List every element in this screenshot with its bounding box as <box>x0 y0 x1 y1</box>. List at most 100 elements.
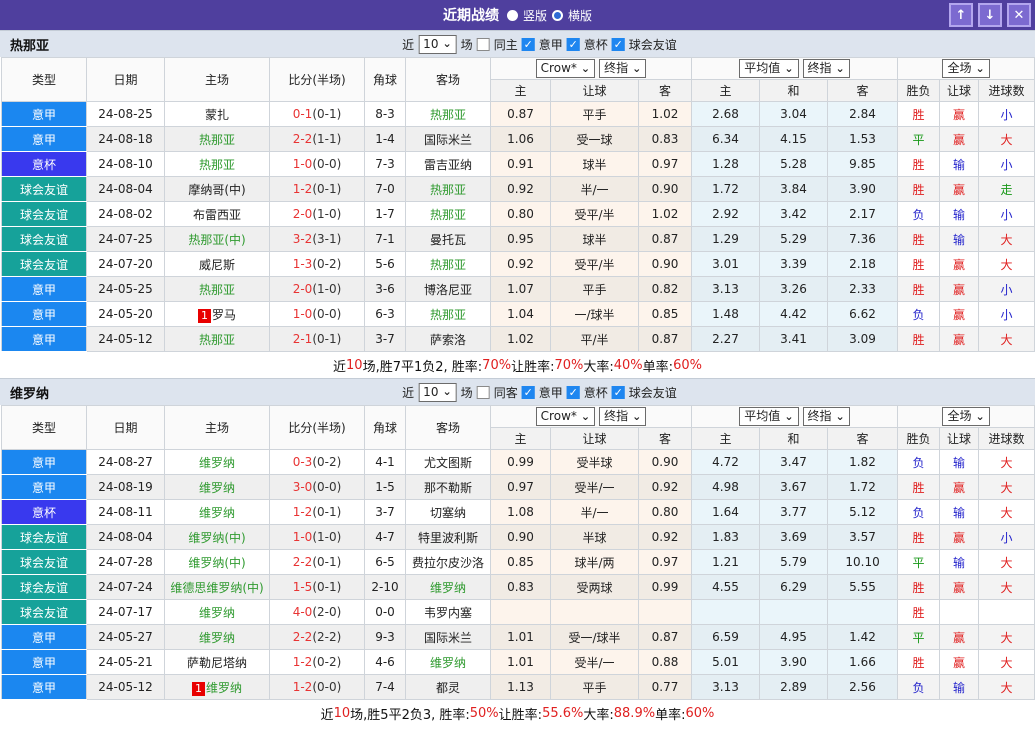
avg-home-cell: 2.92 <box>692 202 760 227</box>
column-header: 主 <box>692 80 760 102</box>
away-team-cell: 热那亚 <box>406 302 491 327</box>
corners-cell: 6-5 <box>365 550 406 575</box>
column-header: 客 <box>639 428 692 450</box>
column-header: 比分(半场) <box>270 58 365 102</box>
handicap-result-cell: 赢 <box>940 277 979 302</box>
away-team-cell: 特里波利斯 <box>406 525 491 550</box>
match-count-select-value: 10 <box>423 384 438 401</box>
summary-part: 40% <box>614 358 643 373</box>
horizontal-layout-radio[interactable] <box>552 10 563 21</box>
column-header: 比分(半场) <box>270 406 365 450</box>
half-time-score: (0-1) <box>312 332 341 346</box>
odds-home-cell: 0.92 <box>491 177 551 202</box>
home-team-name: 热那亚(中) <box>188 233 245 247</box>
avg-home-cell: 1.64 <box>692 500 760 525</box>
same-venue-checkbox[interactable] <box>477 386 490 399</box>
odds-home-cell: 0.92 <box>491 252 551 277</box>
summary-part: 大率: <box>583 356 613 375</box>
league-filter-checkbox[interactable]: ✓ <box>612 38 625 51</box>
date-cell: 24-08-27 <box>87 450 165 475</box>
score-cell: 3-0(0-0) <box>270 475 365 500</box>
odds-away-cell: 0.87 <box>639 227 692 252</box>
score-cell: 4-0(2-0) <box>270 600 365 625</box>
result-cell: 胜 <box>898 252 940 277</box>
handicap-result-cell: 输 <box>940 152 979 177</box>
team-name: 热那亚 <box>10 35 49 54</box>
odds-home-cell <box>491 600 551 625</box>
corners-cell: 1-4 <box>365 127 406 152</box>
goals-result-cell: 大 <box>979 550 1035 575</box>
avg-source-select[interactable]: 平均值⌄ <box>739 407 798 426</box>
result-group-header: 全场⌄ <box>898 58 1035 80</box>
handicap-result-cell: 赢 <box>940 575 979 600</box>
date-cell: 24-05-27 <box>87 625 165 650</box>
column-header: 客 <box>828 428 898 450</box>
full-time-score: 1-5 <box>293 580 313 594</box>
odds-home-cell: 1.06 <box>491 127 551 152</box>
section-header-bar: 维罗纳近10⌄场同客✓意甲✓意杯✓球会友谊 <box>0 378 1035 405</box>
odds-source-select[interactable]: Crow*⌄ <box>536 59 595 78</box>
header-group-row: 类型日期主场比分(半场)角球客场Crow*⌄终指⌄平均值⌄终指⌄全场⌄ <box>2 406 1035 428</box>
chevron-down-icon: ⌄ <box>581 412 590 422</box>
away-team-name: 特里波利斯 <box>418 531 478 545</box>
handicap-cell: 半球 <box>551 525 639 550</box>
vertical-layout-radio[interactable] <box>507 10 518 21</box>
odds-home-cell: 0.83 <box>491 575 551 600</box>
rank-badge: 1 <box>192 682 205 696</box>
corners-cell: 3-6 <box>365 277 406 302</box>
league-filter-checkbox[interactable]: ✓ <box>567 386 580 399</box>
league-filter-checkbox[interactable]: ✓ <box>522 38 535 51</box>
odds-time-select[interactable]: 终指⌄ <box>599 407 646 426</box>
league-filter-checkbox[interactable]: ✓ <box>567 38 580 51</box>
result-cell: 胜 <box>898 177 940 202</box>
handicap-cell: 球半/两 <box>551 550 639 575</box>
match-row: 意甲24-08-27维罗纳0-3(0-2)4-1尤文图斯0.99受半球0.904… <box>2 450 1035 475</box>
vertical-layout-label: 竖版 <box>523 7 547 24</box>
result-scope-select[interactable]: 全场⌄ <box>942 59 989 78</box>
odds-source-select[interactable]: Crow*⌄ <box>536 407 595 426</box>
avg-time-select[interactable]: 终指⌄ <box>803 59 850 78</box>
handicap-cell: 一/球半 <box>551 302 639 327</box>
away-team-name: 都灵 <box>436 681 460 695</box>
close-button[interactable]: ✕ <box>1007 3 1031 27</box>
goals-result-cell: 小 <box>979 277 1035 302</box>
odds-group-header: Crow*⌄终指⌄ <box>491 406 692 428</box>
odds-away-cell: 0.90 <box>639 450 692 475</box>
goals-result-cell: 大 <box>979 127 1035 152</box>
home-team-name: 热那亚 <box>199 283 235 297</box>
league-badge: 意甲 <box>2 102 87 127</box>
avg-time-select[interactable]: 终指⌄ <box>803 407 850 426</box>
handicap-result-cell: 赢 <box>940 525 979 550</box>
home-team-cell: 1维罗纳 <box>165 675 270 700</box>
column-header: 客 <box>639 80 692 102</box>
score-cell: 3-2(3-1) <box>270 227 365 252</box>
handicap-cell: 受两球 <box>551 575 639 600</box>
summary-part: 10 <box>346 358 363 373</box>
result-cell: 胜 <box>898 525 940 550</box>
match-count-select[interactable]: 10⌄ <box>418 35 457 54</box>
up-arrow-icon: ↑ <box>956 8 967 23</box>
away-team-cell: 热那亚 <box>406 252 491 277</box>
match-count-select[interactable]: 10⌄ <box>418 383 457 402</box>
scroll-up-button[interactable]: ↑ <box>949 3 973 27</box>
chevron-down-icon: ⌄ <box>581 64 590 74</box>
avg-draw-cell: 3.26 <box>760 277 828 302</box>
league-filter-checkbox[interactable]: ✓ <box>612 386 625 399</box>
league-badge: 意甲 <box>2 650 87 675</box>
match-row: 意甲24-05-121维罗纳1-2(0-0)7-4都灵1.13平手0.773.1… <box>2 675 1035 700</box>
handicap-cell: 平手 <box>551 675 639 700</box>
down-arrow-icon: ↓ <box>985 8 996 23</box>
same-venue-checkbox[interactable] <box>477 38 490 51</box>
away-team-cell: 维罗纳 <box>406 575 491 600</box>
column-header: 主 <box>491 428 551 450</box>
handicap-result-cell <box>940 600 979 625</box>
odds-time-select[interactable]: 终指⌄ <box>599 59 646 78</box>
avg-home-cell: 1.21 <box>692 550 760 575</box>
result-scope-select[interactable]: 全场⌄ <box>942 407 989 426</box>
avg-draw-cell: 3.84 <box>760 177 828 202</box>
home-team-cell: 维罗纳(中) <box>165 525 270 550</box>
scroll-down-button[interactable]: ↓ <box>978 3 1002 27</box>
away-team-cell: 热那亚 <box>406 202 491 227</box>
avg-source-select[interactable]: 平均值⌄ <box>739 59 798 78</box>
league-filter-checkbox[interactable]: ✓ <box>522 386 535 399</box>
